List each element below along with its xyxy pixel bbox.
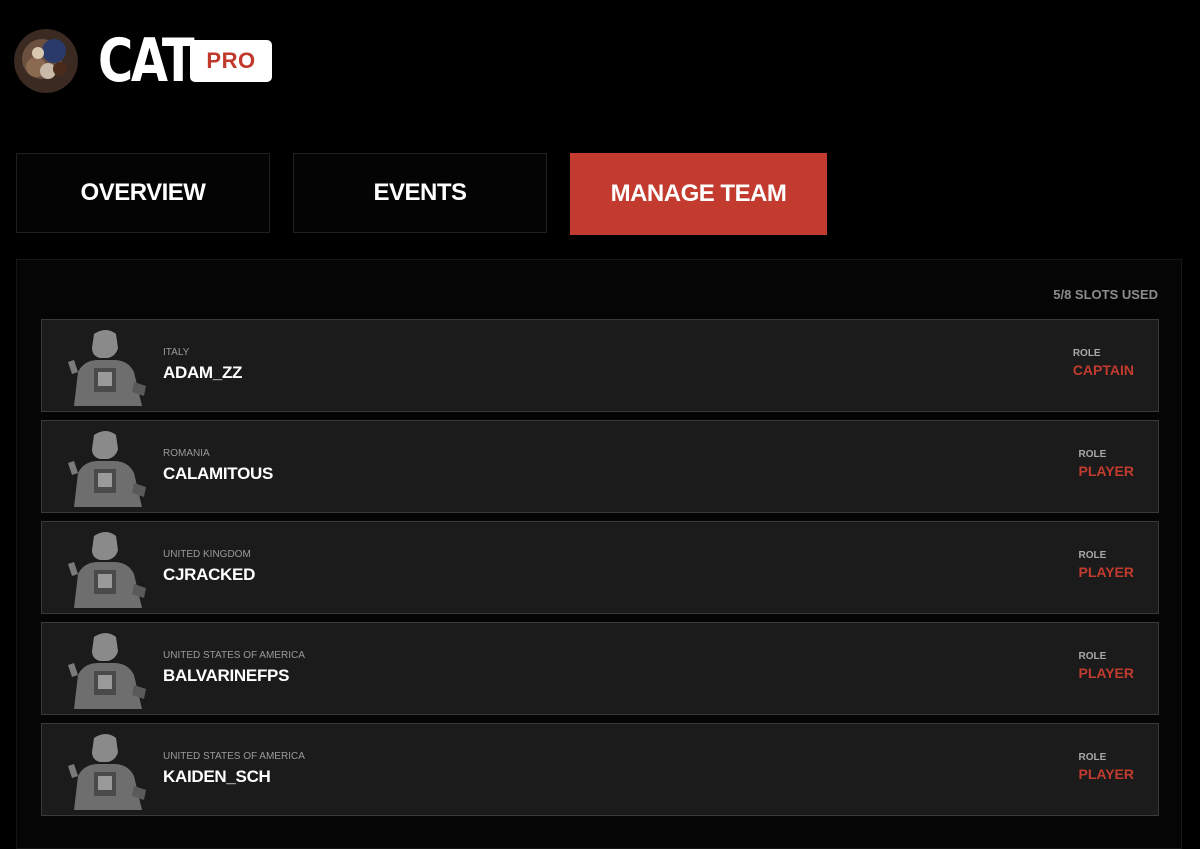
player-country: ITALY bbox=[163, 347, 190, 358]
player-country: UNITED STATES OF AMERICA bbox=[163, 650, 305, 661]
player-name: CALAMITOUS bbox=[163, 464, 274, 483]
role-label: ROLE bbox=[1072, 348, 1101, 359]
player-avatar-icon bbox=[68, 532, 146, 608]
player-country: UNITED STATES OF AMERICA bbox=[163, 751, 305, 762]
role-block: ROLE PLAYER bbox=[1078, 449, 1134, 479]
role-block: ROLE PLAYER bbox=[1078, 550, 1134, 580]
role-block: ROLE CAPTAIN bbox=[1073, 348, 1134, 378]
role-value: PLAYER bbox=[1078, 463, 1134, 479]
player-name: KAIDEN_SCH bbox=[163, 767, 271, 786]
player-name: CJRACKED bbox=[163, 565, 256, 584]
player-row[interactable]: ITALY ADAM_ZZ ROLE CAPTAIN bbox=[41, 319, 1159, 412]
player-country: UNITED KINGDOM bbox=[163, 549, 251, 560]
role-block: ROLE PLAYER bbox=[1078, 651, 1134, 681]
player-name: ADAM_ZZ bbox=[163, 363, 243, 382]
player-avatar-icon bbox=[68, 734, 146, 810]
role-value: CAPTAIN bbox=[1072, 362, 1134, 378]
role-label: ROLE bbox=[1078, 550, 1107, 561]
roster-panel: 5/8 SLOTS USED ITALY ADAM_ZZ ROLE CAPTAI… bbox=[16, 259, 1182, 849]
team-name: CAT bbox=[98, 26, 195, 96]
player-row[interactable]: ROMANIA CALAMITOUS ROLE PLAYER bbox=[41, 420, 1159, 513]
role-block: ROLE PLAYER bbox=[1078, 752, 1134, 782]
slots-counter: 5/8 SLOTS USED bbox=[1053, 287, 1158, 302]
player-country: ROMANIA bbox=[163, 448, 210, 459]
tab-bar: OVERVIEW EVENTS MANAGE TEAM bbox=[16, 153, 850, 235]
player-avatar-icon bbox=[68, 431, 146, 507]
player-avatar-icon bbox=[68, 330, 146, 406]
player-row[interactable]: UNITED STATES OF AMERICA BALVARINEFPS RO… bbox=[41, 622, 1159, 715]
role-label: ROLE bbox=[1078, 752, 1107, 763]
tab-events[interactable]: EVENTS bbox=[293, 153, 547, 233]
player-name: BALVARINEFPS bbox=[163, 666, 290, 685]
player-row[interactable]: UNITED KINGDOM CJRACKED ROLE PLAYER bbox=[41, 521, 1159, 614]
team-header: CAT PRO bbox=[14, 28, 272, 94]
player-row[interactable]: UNITED STATES OF AMERICA KAIDEN_SCH ROLE… bbox=[41, 723, 1159, 816]
role-value: PLAYER bbox=[1078, 564, 1134, 580]
tab-overview[interactable]: OVERVIEW bbox=[16, 153, 270, 233]
role-value: PLAYER bbox=[1078, 766, 1134, 782]
role-label: ROLE bbox=[1078, 449, 1107, 460]
role-label: ROLE bbox=[1078, 651, 1107, 662]
tier-badge: PRO bbox=[190, 40, 272, 82]
tab-manage-team[interactable]: MANAGE TEAM bbox=[570, 153, 827, 235]
role-value: PLAYER bbox=[1078, 665, 1134, 681]
team-logo bbox=[14, 29, 78, 93]
player-list: ITALY ADAM_ZZ ROLE CAPTAIN ROMANIA CALAM… bbox=[41, 319, 1159, 824]
player-avatar-icon bbox=[68, 633, 146, 709]
